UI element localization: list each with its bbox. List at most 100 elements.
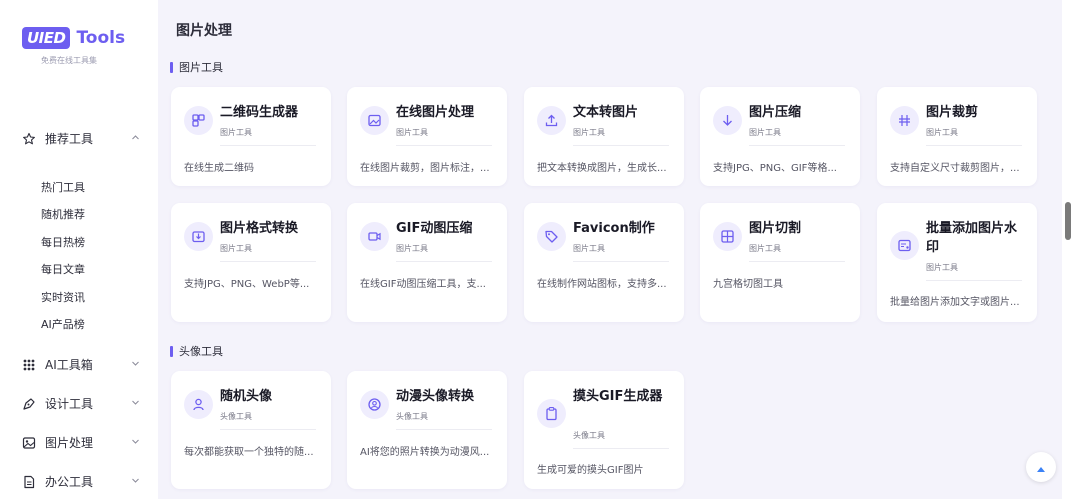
qrcode-icon: [184, 106, 213, 135]
logo-box: UIED: [22, 27, 71, 49]
tool-name: 动漫头像转换: [396, 389, 475, 404]
tool-card-image-crop[interactable]: 图片裁剪 图片工具 支持自定义尺寸裁剪图片，...: [877, 87, 1037, 186]
logo-text: Tools: [76, 28, 126, 48]
tool-category: 头像工具: [396, 412, 428, 421]
tool-description: 在线图片裁剪，图片标注，...: [360, 163, 490, 174]
section-accent-bar: [170, 345, 173, 357]
tool-category: 图片工具: [396, 128, 428, 137]
clipboard-icon: [537, 399, 566, 428]
logo[interactable]: UIED Tools: [22, 27, 125, 49]
caret-up-icon: [1036, 458, 1046, 477]
sidebar-group-recommended[interactable]: 推荐工具: [22, 130, 140, 147]
tool-name: 图片切割: [749, 221, 802, 236]
tool-description: 支持自定义尺寸裁剪图片，...: [890, 163, 1020, 174]
tool-name: 批量添加图片水印: [926, 221, 1018, 255]
tool-description: 支持JPG、PNG、GIF等格...: [713, 163, 837, 174]
tool-name: 二维码生成器: [220, 105, 299, 120]
back-to-top-button[interactable]: [1026, 452, 1056, 482]
tool-name: 图片压缩: [749, 105, 802, 120]
video-icon: [360, 222, 389, 251]
sidebar-group-label: 设计工具: [45, 397, 94, 411]
chevron-up-icon: [131, 133, 140, 145]
tool-category: 图片工具: [749, 128, 781, 137]
tool-card-anime-avatar[interactable]: 动漫头像转换 头像工具 AI将您的照片转换为动漫风...: [347, 371, 507, 489]
sidebar-group-image[interactable]: 图片处理: [22, 434, 140, 451]
section-title-text: 图片工具: [179, 61, 223, 74]
watermark-icon: [890, 231, 919, 260]
divider: [573, 448, 669, 449]
sidebar-item-random[interactable]: 随机推荐: [41, 206, 85, 222]
convert-icon: [184, 222, 213, 251]
avatar-circle-icon: [360, 390, 389, 419]
tool-card-qrcode[interactable]: 二维码生成器 图片工具 在线生成二维码: [171, 87, 331, 186]
tool-description: 在线生成二维码: [184, 163, 254, 174]
crop-icon: [890, 106, 919, 135]
sidebar-item-hot[interactable]: 热门工具: [41, 179, 85, 195]
tool-card-favicon[interactable]: Favicon制作 图片工具 在线制作网站图标，支持多...: [524, 203, 684, 322]
divider: [573, 261, 669, 262]
tool-card-image-editor[interactable]: 在线图片处理 图片工具 在线图片裁剪，图片标注，...: [347, 87, 507, 186]
divider: [926, 145, 1022, 146]
tool-category: 图片工具: [926, 263, 958, 272]
section-accent-bar: [170, 61, 173, 73]
tool-category: 图片工具: [220, 128, 252, 137]
section-title-text: 头像工具: [179, 345, 223, 358]
sidebar-group-label: 推荐工具: [45, 132, 94, 146]
tool-category: 图片工具: [573, 244, 605, 253]
sidebar-group-ai[interactable]: AI工具箱: [22, 356, 140, 373]
tool-category: 图片工具: [220, 244, 252, 253]
tool-card-text-to-image[interactable]: 文本转图片 图片工具 把文本转换成图片，生成长...: [524, 87, 684, 186]
section-title-avatar-tools: 头像工具: [170, 343, 223, 359]
sidebar-group-office[interactable]: 办公工具: [22, 473, 140, 490]
scrollbar-track[interactable]: [1062, 0, 1080, 499]
chevron-down-icon: [131, 359, 140, 371]
sidebar-item-ai-products[interactable]: AI产品榜: [41, 316, 85, 332]
divider: [396, 261, 492, 262]
tool-card-pat-gif[interactable]: 摸头GIF生成器 头像工具 生成可爱的摸头GIF图片: [524, 371, 684, 489]
upload-icon: [537, 106, 566, 135]
logo-tagline: 免费在线工具集: [41, 56, 97, 65]
tool-card-batch-watermark[interactable]: 批量添加图片水印 图片工具 批量给图片添加文字或图片...: [877, 203, 1037, 322]
tool-category: 图片工具: [749, 244, 781, 253]
tool-card-image-compress[interactable]: 图片压缩 图片工具 支持JPG、PNG、GIF等格...: [700, 87, 860, 186]
tool-description: 每次都能获取一个独特的随...: [184, 447, 314, 458]
tool-name: 摸头GIF生成器: [573, 389, 663, 404]
tool-name: 在线图片处理: [396, 105, 475, 120]
ai-grid-icon: [22, 358, 36, 372]
tool-description: 生成可爱的摸头GIF图片: [537, 465, 644, 476]
divider: [220, 261, 316, 262]
tool-category: 图片工具: [926, 128, 958, 137]
tool-category: 头像工具: [573, 431, 605, 440]
tool-name: 随机头像: [220, 389, 273, 404]
document-icon: [22, 475, 36, 489]
divider: [926, 280, 1022, 281]
sidebar-item-news[interactable]: 实时资讯: [41, 289, 85, 305]
tool-description: 把文本转换成图片，生成长...: [537, 163, 667, 174]
tool-card-image-slice[interactable]: 图片切割 图片工具 九宫格切图工具: [700, 203, 860, 322]
sidebar: UIED Tools 免费在线工具集 推荐工具 热门工具 随机推荐 每日热榜 每…: [0, 0, 158, 499]
tool-card-format-convert[interactable]: 图片格式转换 图片工具 支持JPG、PNG、WebP等...: [171, 203, 331, 322]
tool-card-random-avatar[interactable]: 随机头像 头像工具 每次都能获取一个独特的随...: [171, 371, 331, 489]
chevron-down-icon: [131, 437, 140, 449]
divider: [749, 261, 845, 262]
divider: [396, 145, 492, 146]
sidebar-group-design[interactable]: 设计工具: [22, 395, 140, 412]
tool-name: 文本转图片: [573, 105, 639, 120]
tool-category: 图片工具: [573, 128, 605, 137]
sidebar-item-daily-article[interactable]: 每日文章: [41, 261, 85, 277]
sidebar-item-daily-hot[interactable]: 每日热榜: [41, 234, 85, 250]
chevron-down-icon: [131, 476, 140, 488]
tool-description: 支持JPG、PNG、WebP等...: [184, 279, 310, 290]
grid-icon: [713, 222, 742, 251]
tool-description: AI将您的照片转换为动漫风...: [360, 447, 490, 458]
tool-description: 批量给图片添加文字或图片...: [890, 297, 1020, 308]
user-icon: [184, 390, 213, 419]
tool-description: 在线制作网站图标，支持多...: [537, 279, 667, 290]
download-arrow-icon: [713, 106, 742, 135]
tool-card-gif-compress[interactable]: GIF动图压缩 图片工具 在线GIF动图压缩工具，支...: [347, 203, 507, 322]
scrollbar-thumb[interactable]: [1065, 202, 1071, 240]
tool-name: 图片格式转换: [220, 221, 299, 236]
tool-name: Favicon制作: [573, 221, 655, 236]
divider: [220, 429, 316, 430]
divider: [396, 429, 492, 430]
